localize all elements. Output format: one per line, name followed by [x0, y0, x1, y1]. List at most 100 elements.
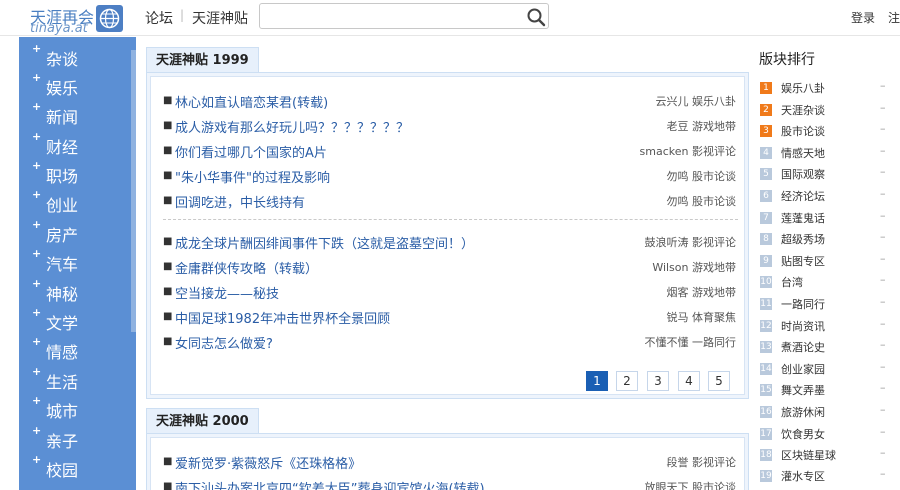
sidebar-item-shenmi[interactable]: + 神秘 [32, 276, 127, 305]
post-meta[interactable]: 勿鸣 股市论谈 [667, 168, 737, 184]
post-meta[interactable]: 放眼天下 股市论谈 [645, 479, 737, 490]
rank-trend: – [880, 187, 886, 200]
list-item: ■ 空当接龙——秘技 烟客 游戏地带 [163, 283, 738, 303]
sidebar-item-chengshi[interactable]: + 城市 [32, 393, 127, 422]
rank-board-link[interactable]: 贴图专区 [781, 253, 825, 269]
rank-item[interactable]: 8 超级秀场 – [760, 230, 888, 250]
sidebar-item-xiaoyuan[interactable]: + 校园 [32, 452, 127, 481]
rank-board-link[interactable]: 超级秀场 [781, 231, 825, 247]
page-button-5[interactable]: 5 [708, 371, 730, 391]
rank-trend: – [880, 230, 886, 243]
sidebar-item-wenxue[interactable]: + 文学 [32, 305, 127, 334]
sidebar-item-caijing[interactable]: + 财经 [32, 129, 127, 158]
post-meta[interactable]: 段誉 影视评论 [667, 454, 737, 470]
post-meta[interactable]: 不懂不懂 一路同行 [645, 334, 737, 350]
post-title-link[interactable]: 成龙全球片酬因绯闻事件下跌（这就是盗墓空间！） [175, 233, 474, 252]
list-item: ■ 你们看过哪几个国家的A片 smacken 影视评论 [163, 142, 738, 162]
sidebar-item-xinwen[interactable]: + 新闻 [32, 99, 127, 128]
rank-board-link[interactable]: 一路同行 [781, 296, 825, 312]
page-button-3[interactable]: 3 [647, 371, 669, 391]
post-title-link[interactable]: 林心如直认暗恋某君(转载) [175, 92, 328, 111]
sidebar-item-chuangye[interactable]: + 创业 [32, 187, 127, 216]
rank-board-link[interactable]: 舞文弄墨 [781, 382, 825, 398]
rank-board-link[interactable]: 煮酒论史 [781, 339, 825, 355]
rank-item[interactable]: 9 贴图专区 – [760, 252, 888, 272]
post-title-link[interactable]: 成人游戏有那么好玩儿吗？？？？？？？ [175, 117, 409, 136]
rank-item[interactable]: 10 台湾 – [760, 273, 888, 293]
rank-item[interactable]: 16 旅游休闲 – [760, 403, 888, 423]
rank-board-link[interactable]: 台湾 [781, 274, 803, 290]
rank-item[interactable]: 2 天涯杂谈 – [760, 101, 888, 121]
rank-item[interactable]: 6 经济论坛 – [760, 187, 888, 207]
search-icon[interactable] [526, 7, 546, 27]
rank-item[interactable]: 5 国际观察 – [760, 165, 888, 185]
post-meta[interactable]: 锐马 体育聚焦 [667, 309, 737, 325]
rank-item[interactable]: 3 股市论谈 – [760, 122, 888, 142]
sidebar-item-label: 创业 [46, 196, 79, 215]
nav-tianya-link[interactable]: 天涯神贴 [192, 8, 248, 28]
rank-item[interactable]: 17 饮食男女 – [760, 425, 888, 445]
rank-board-link[interactable]: 情感天地 [781, 145, 825, 161]
sidebar-scrollbar[interactable] [131, 50, 136, 332]
sidebar-item-qiche[interactable]: + 汽车 [32, 246, 127, 275]
sidebar-item-shenghuo[interactable]: + 生活 [32, 364, 127, 393]
search-input[interactable] [266, 7, 516, 25]
rank-board-link[interactable]: 区块链星球 [781, 447, 836, 463]
rank-item[interactable]: 7 莲蓬鬼话 – [760, 209, 888, 229]
rank-item[interactable]: 15 舞文弄墨 – [760, 381, 888, 401]
nav-forum-link[interactable]: 论坛 [145, 8, 173, 28]
rank-trend: – [880, 273, 886, 286]
post-meta[interactable]: 鼓浪听涛 影视评论 [645, 234, 737, 250]
post-title-link[interactable]: 爱新觉罗·紫薇怒斥《还珠格格》 [175, 453, 361, 472]
rank-item[interactable]: 13 煮酒论史 – [760, 338, 888, 358]
page-button-1[interactable]: 1 [586, 371, 608, 391]
bullet-icon: ■ [163, 286, 173, 297]
post-title-link[interactable]: 南下汕头办案北京四“钦差大臣”葬身迎宾馆火海(转载) [175, 478, 485, 490]
rank-board-link[interactable]: 旅游休闲 [781, 404, 825, 420]
sidebar-item-qinggan[interactable]: + 情感 [32, 334, 127, 363]
rank-board-link[interactable]: 创业家园 [781, 361, 825, 377]
post-meta[interactable]: Wilson 游戏地带 [652, 259, 736, 275]
login-link[interactable]: 登录 [851, 9, 875, 26]
rank-board-link[interactable]: 灌水专区 [781, 468, 825, 484]
sidebar-item-qinzi[interactable]: + 亲子 [32, 423, 127, 452]
rank-item[interactable]: 11 一路同行 – [760, 295, 888, 315]
rank-trend: – [880, 338, 886, 351]
page-button-2[interactable]: 2 [616, 371, 638, 391]
rank-board-link[interactable]: 股市论谈 [781, 123, 825, 139]
register-link[interactable]: 注 [888, 9, 900, 26]
list-item: ■ 成龙全球片酬因绯闻事件下跌（这就是盗墓空间！） 鼓浪听涛 影视评论 [163, 233, 738, 253]
sidebar-item-zhichang[interactable]: + 职场 [32, 158, 127, 187]
post-title-link[interactable]: 空当接龙——秘技 [175, 283, 279, 302]
post-meta[interactable]: smacken 影视评论 [640, 143, 736, 159]
post-title-link[interactable]: 回调吃进，中长线持有 [175, 192, 305, 211]
post-title-link[interactable]: "朱小华事件"的过程及影响 [175, 167, 330, 186]
sidebar-item-zatan[interactable]: + 杂谈 [32, 41, 127, 70]
rank-board-link[interactable]: 莲蓬鬼话 [781, 210, 825, 226]
rank-board-link[interactable]: 经济论坛 [781, 188, 825, 204]
post-title-link[interactable]: 金庸群侠传攻略（转载） [175, 258, 318, 277]
post-title-link[interactable]: 中国足球1982年冲击世界杯全景回顾 [175, 308, 390, 327]
post-meta[interactable]: 老豆 游戏地带 [667, 118, 737, 134]
post-meta[interactable]: 烟客 游戏地带 [667, 284, 737, 300]
rank-board-link[interactable]: 娱乐八卦 [781, 80, 825, 96]
sidebar-item-yule[interactable]: + 娱乐 [32, 70, 127, 99]
rank-board-link[interactable]: 时尚资讯 [781, 318, 825, 334]
rank-item[interactable]: 4 情感天地 – [760, 144, 888, 164]
page-button-4[interactable]: 4 [678, 371, 700, 391]
rank-item[interactable]: 19 灌水专区 – [760, 467, 888, 487]
post-title-link[interactable]: 女同志怎么做爱? [175, 333, 273, 352]
rank-board-link[interactable]: 饮食男女 [781, 426, 825, 442]
rank-board-link[interactable]: 国际观察 [781, 166, 825, 182]
rank-item[interactable]: 1 娱乐八卦 – [760, 79, 888, 99]
rank-item[interactable]: 14 创业家园 – [760, 360, 888, 380]
rank-item[interactable]: 12 时尚资讯 – [760, 317, 888, 337]
site-logo[interactable]: 天涯再会 tinaya.at [22, 4, 124, 36]
list-item: ■ 成人游戏有那么好玩儿吗？？？？？？？ 老豆 游戏地带 [163, 117, 738, 137]
post-meta[interactable]: 云兴儿 娱乐八卦 [656, 93, 737, 109]
rank-item[interactable]: 18 区块链星球 – [760, 446, 888, 466]
post-title-link[interactable]: 你们看过哪几个国家的A片 [175, 142, 327, 161]
rank-board-link[interactable]: 天涯杂谈 [781, 102, 825, 118]
sidebar-item-fangchan[interactable]: + 房产 [32, 217, 127, 246]
post-meta[interactable]: 勿鸣 股市论谈 [667, 193, 737, 209]
